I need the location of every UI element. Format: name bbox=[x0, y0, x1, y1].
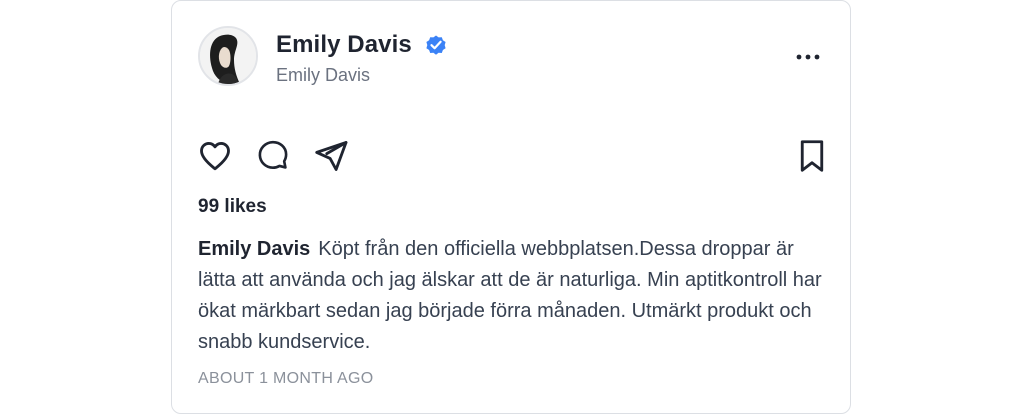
more-options-button[interactable] bbox=[794, 47, 822, 67]
more-horizontal-icon bbox=[796, 54, 820, 60]
share-button[interactable] bbox=[312, 137, 350, 175]
save-button[interactable] bbox=[794, 137, 830, 175]
like-button[interactable] bbox=[196, 137, 234, 175]
author-name[interactable]: Emily Davis bbox=[276, 31, 412, 59]
avatar[interactable] bbox=[198, 26, 258, 86]
bookmark-icon bbox=[800, 140, 824, 172]
caption-author[interactable]: Emily Davis bbox=[198, 238, 310, 260]
post-timestamp: ABOUT 1 MONTH AGO bbox=[198, 370, 374, 387]
verified-check-icon bbox=[424, 33, 448, 57]
post-actions bbox=[196, 137, 350, 175]
likes-count[interactable]: 99 likes bbox=[198, 196, 267, 218]
comment-button[interactable] bbox=[254, 137, 292, 175]
heart-icon bbox=[200, 141, 230, 171]
avatar-portrait bbox=[200, 28, 256, 84]
author-header: Emily Davis bbox=[276, 29, 448, 61]
author-handle[interactable]: Emily Davis bbox=[276, 65, 370, 86]
paper-plane-icon bbox=[315, 141, 348, 171]
post-card: Emily Davis Emily Davis 99 likes Emily D… bbox=[171, 0, 851, 414]
post-caption: Emily Davis Köpt från den officiella webb… bbox=[198, 234, 828, 358]
comment-bubble-icon bbox=[258, 140, 288, 170]
